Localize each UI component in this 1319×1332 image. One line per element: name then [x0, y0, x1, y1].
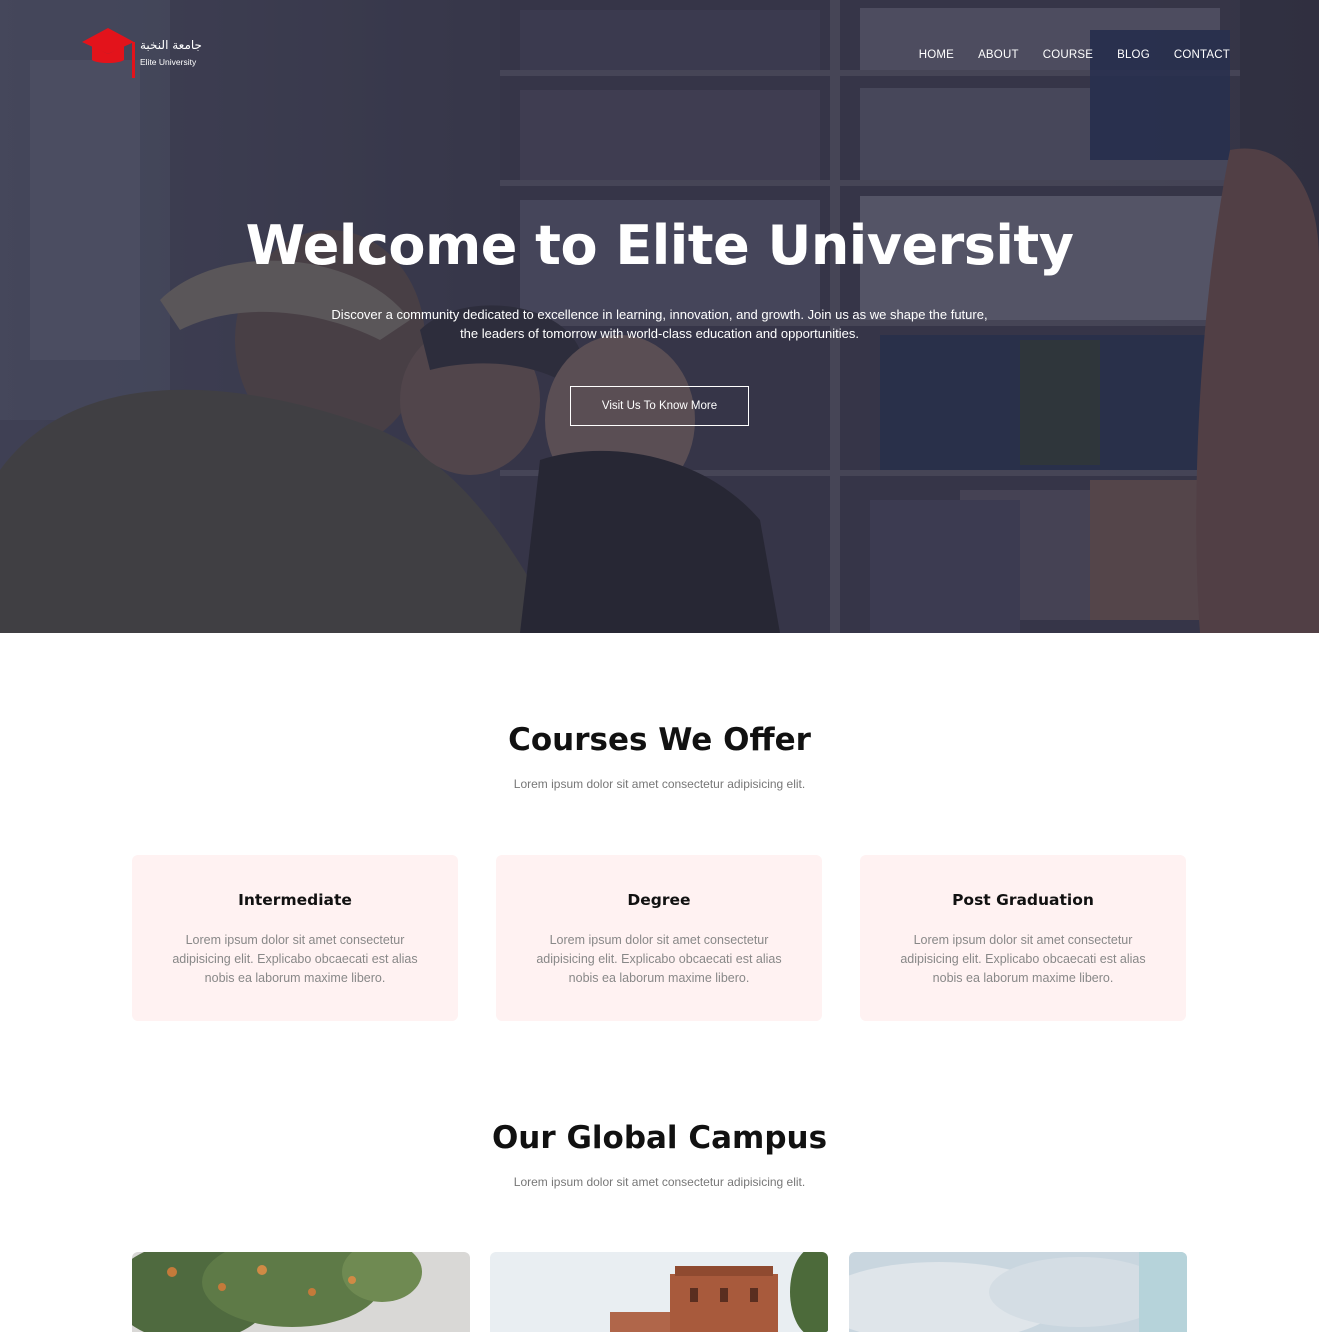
courses-title: Courses We Offer [508, 722, 811, 758]
brand-name-arabic: جامعة النخبة [140, 38, 202, 52]
hero-description-line-2: the leaders of tomorrow with world-class… [460, 326, 859, 341]
nav-contact[interactable]: CONTACT [1174, 49, 1230, 61]
campus-image-3[interactable] [849, 1252, 1187, 1332]
hero-banner: جامعة النخبة Elite University HOME ABOUT… [0, 0, 1319, 633]
course-card-text: Lorem ipsum dolor sit amet consectetur a… [536, 933, 782, 985]
nav-course[interactable]: COURSE [1043, 49, 1093, 61]
campus-tower-photo [490, 1252, 828, 1332]
brand-logo[interactable]: جامعة النخبة Elite University [80, 26, 210, 82]
nav-home[interactable]: HOME [919, 49, 954, 61]
course-card-text: Lorem ipsum dolor sit amet consectetur a… [900, 933, 1146, 985]
main-nav: HOME ABOUT COURSE BLOG CONTACT [895, 49, 1230, 61]
campus-sky-photo [849, 1252, 1187, 1332]
course-card-title: Intermediate [238, 891, 352, 909]
nav-blog[interactable]: BLOG [1117, 49, 1150, 61]
campus-subtitle: Lorem ipsum dolor sit amet consectetur a… [513, 1175, 806, 1189]
hero-description: Discover a community dedicated to excell… [310, 305, 1009, 343]
course-card-text: Lorem ipsum dolor sit amet consectetur a… [172, 933, 418, 985]
visit-us-button[interactable]: Visit Us To Know More [570, 386, 749, 426]
brand-name-english: Elite University [140, 57, 197, 67]
hero-title: Welcome to Elite University [245, 214, 1074, 277]
campus-image-2[interactable] [490, 1252, 828, 1332]
course-card-post-graduation[interactable]: Post Graduation Lorem ipsum dolor sit am… [860, 855, 1186, 1021]
courses-subtitle: Lorem ipsum dolor sit amet consectetur a… [513, 777, 806, 791]
course-card-title: Post Graduation [952, 891, 1094, 909]
graduation-cap-icon [82, 28, 135, 78]
campus-image-1[interactable] [132, 1252, 470, 1332]
course-card-intermediate[interactable]: Intermediate Lorem ipsum dolor sit amet … [132, 855, 458, 1021]
nav-about[interactable]: ABOUT [978, 49, 1019, 61]
course-card-title: Degree [627, 891, 691, 909]
course-card-degree[interactable]: Degree Lorem ipsum dolor sit amet consec… [496, 855, 822, 1021]
hero-description-line-1: Discover a community dedicated to excell… [331, 307, 988, 322]
campus-tree-photo [132, 1252, 470, 1332]
campus-title: Our Global Campus [491, 1120, 828, 1156]
